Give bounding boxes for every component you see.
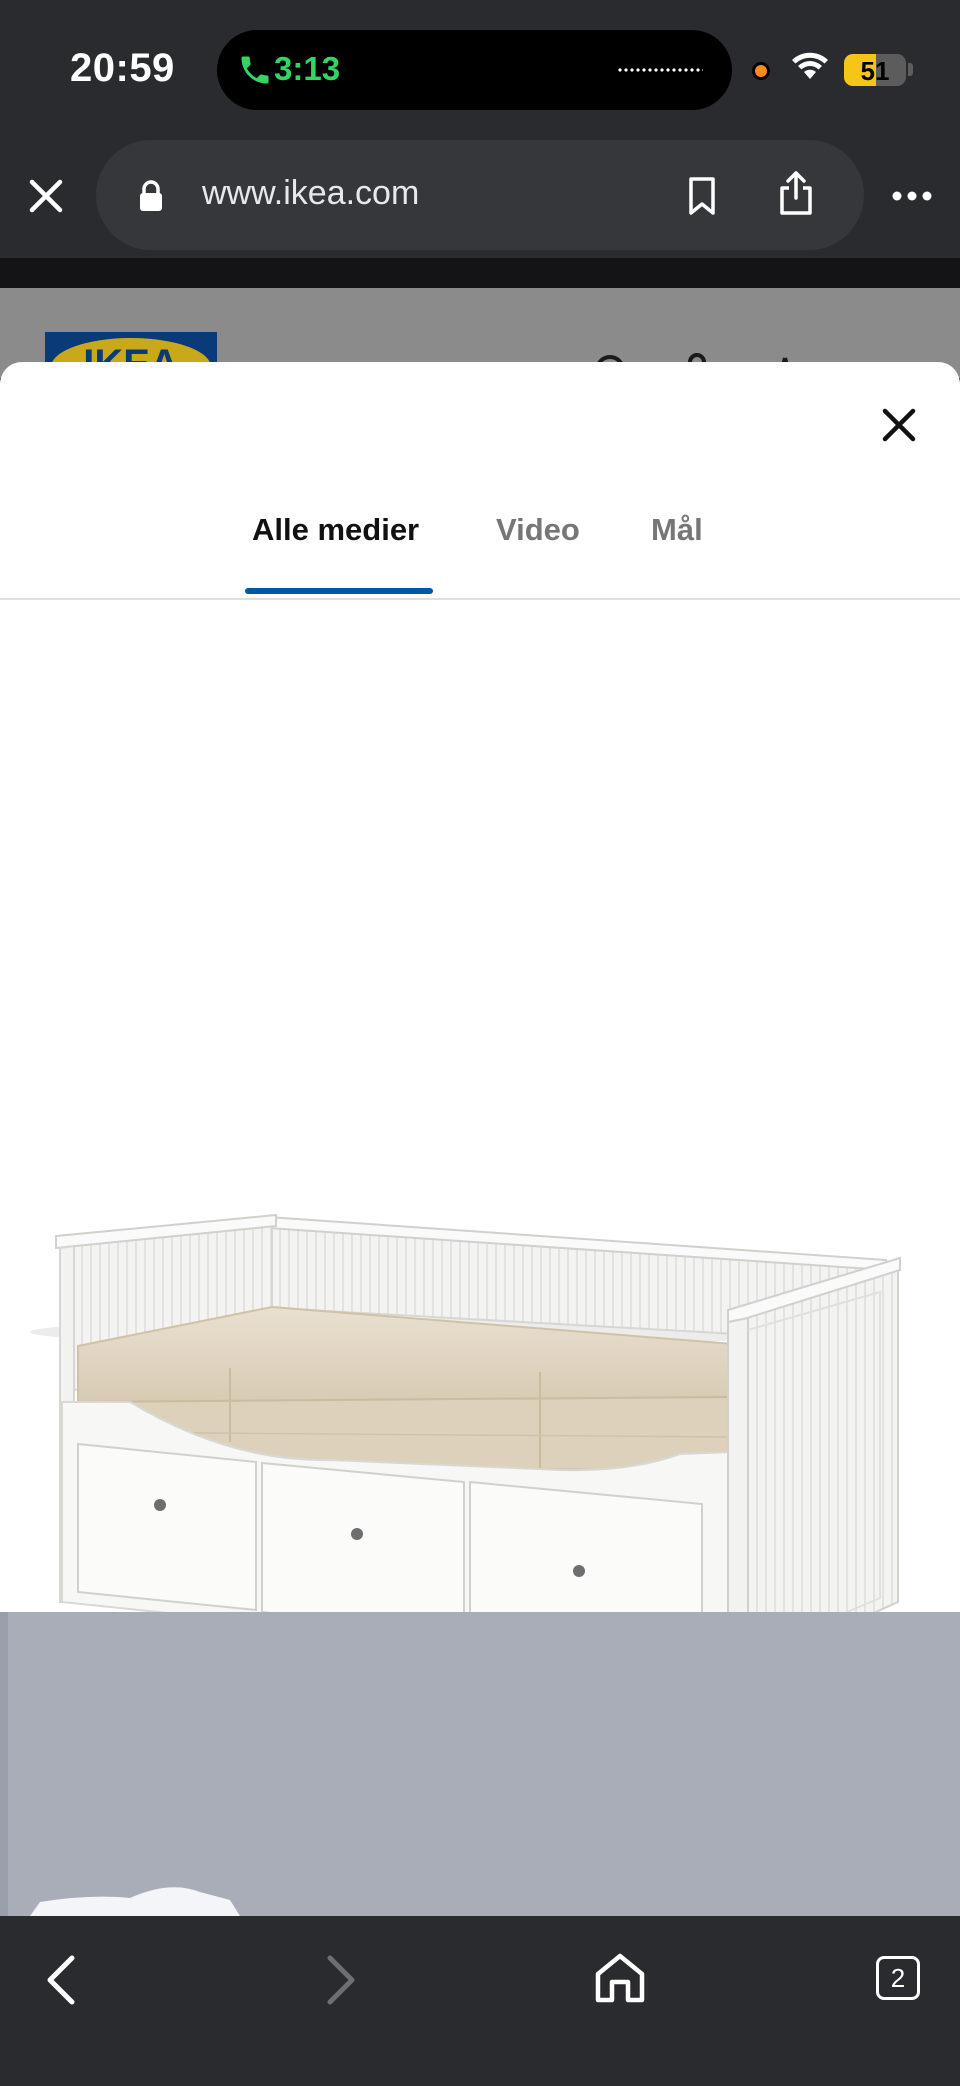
- url-text: www.ikea.com: [202, 174, 420, 212]
- product-image[interactable]: [0, 602, 960, 1679]
- address-bar[interactable]: www.ikea.com: [96, 140, 864, 250]
- recording-dot-icon: [752, 62, 770, 80]
- tab-mal[interactable]: Mål: [651, 512, 703, 548]
- media-viewer-sheet: Alle medier Video Mål: [0, 362, 960, 1916]
- active-tab-indicator: [245, 588, 433, 594]
- close-icon[interactable]: [20, 170, 72, 222]
- forward-icon[interactable]: [318, 1952, 362, 2008]
- close-icon[interactable]: [880, 406, 918, 444]
- home-icon[interactable]: [592, 1950, 648, 2006]
- media-tabs: Alle medier Video Mål: [0, 512, 960, 600]
- daybed-illustration: [30, 1213, 901, 1679]
- lock-icon: [140, 180, 162, 211]
- battery-icon: 51: [844, 54, 906, 86]
- back-icon[interactable]: [40, 1952, 84, 2008]
- tab-count: 2: [890, 1963, 906, 1993]
- call-duration: 3:13: [274, 50, 341, 87]
- battery-nub: [908, 63, 913, 76]
- status-time: 20:59: [70, 46, 175, 90]
- lifestyle-image[interactable]: [0, 1612, 960, 1916]
- wifi-icon: [792, 52, 828, 79]
- tab-video[interactable]: Video: [496, 512, 580, 548]
- more-icon[interactable]: [892, 190, 932, 202]
- audio-activity-icon: [617, 68, 703, 72]
- share-icon[interactable]: [778, 170, 814, 216]
- tab-alle-medier[interactable]: Alle medier: [252, 512, 419, 548]
- tabs-divider: [0, 598, 960, 600]
- dynamic-island[interactable]: 3:13: [217, 30, 732, 110]
- tabs-icon[interactable]: 2: [876, 1956, 920, 2000]
- phone-call-icon: [241, 56, 269, 84]
- toolbar-separator: [0, 258, 960, 288]
- browser-toolbar: www.ikea.com: [0, 130, 960, 258]
- browser-bottom-bar: 2: [0, 1916, 960, 2086]
- lifestyle-scene: [0, 1612, 960, 1916]
- bookmark-icon[interactable]: [686, 176, 718, 216]
- status-bar: 20:59 3:13 51: [0, 0, 960, 130]
- battery-percent: 51: [860, 56, 890, 86]
